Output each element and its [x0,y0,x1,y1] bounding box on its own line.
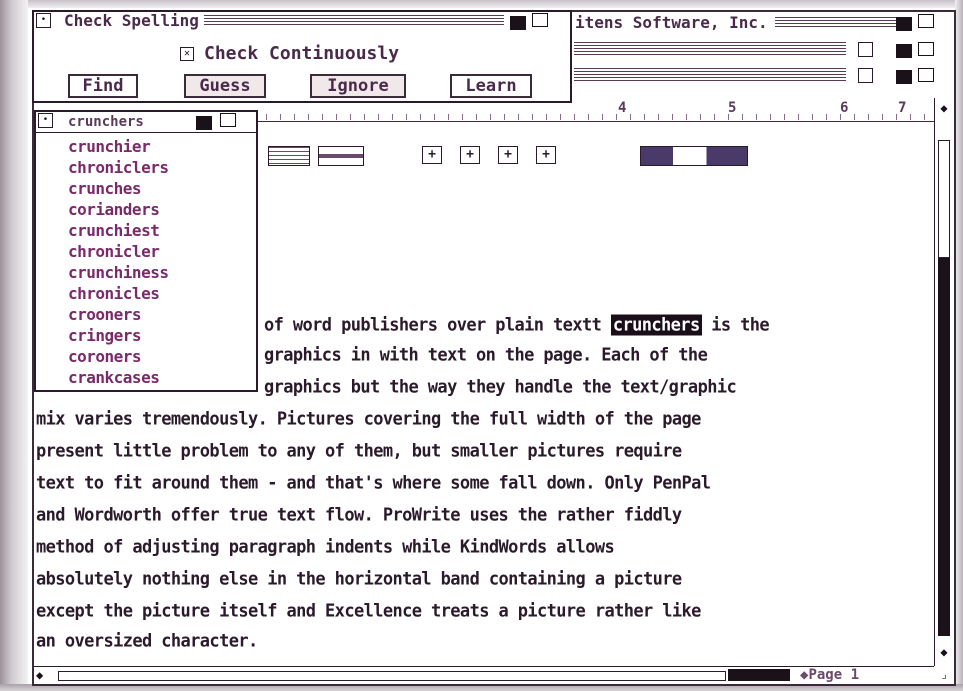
depth-front-icon[interactable] [918,14,934,28]
document-title-bar[interactable]: itens Software, Inc. [572,12,898,34]
ignore-button[interactable]: Ignore [310,74,406,98]
text-segment: is the [701,314,770,336]
line-spacing-button[interactable] [640,146,748,166]
horizontal-scroll-thumb[interactable] [728,669,790,681]
suggestions-window-title: crunchers [68,114,144,130]
tab-stop-decimal-button[interactable]: + [536,146,556,164]
suggestion-item[interactable]: cringers [68,325,142,346]
document-title: itens Software, Inc. [572,14,771,32]
ruler-number: 5 [728,100,737,116]
background-window-bar-1[interactable] [574,42,846,56]
suggestion-item[interactable]: crunchiest [68,220,160,241]
depth-back-icon[interactable] [510,16,526,30]
title-bar-stripes [774,17,898,29]
resize-icon[interactable]: ⌟ [936,667,952,683]
monitor-bezel-right [955,0,963,691]
align-justify-button[interactable] [268,146,310,166]
spelling-window-title: Check Spelling [56,12,202,30]
ruler-number: 4 [618,100,627,116]
page-label: Page 1 [808,667,860,683]
learn-button[interactable]: Learn [450,74,532,98]
tab-stop-left-button[interactable]: + [422,146,442,164]
ruler-number: 6 [840,100,849,116]
text-line: graphics in with text on the page. Each … [264,344,708,366]
guess-button[interactable]: Guess [184,74,266,98]
suggestion-item[interactable]: chronicler [68,241,160,262]
tab-stop-center-button[interactable]: + [460,146,480,164]
suggestion-item[interactable]: chroniclers [68,157,169,178]
monitor-bezel-left [0,0,28,691]
suggestion-item[interactable]: crunchier [68,136,151,157]
scroll-left-icon[interactable]: ◆ [36,667,50,683]
suggestion-item[interactable]: crankcases [68,367,160,388]
scroll-down-icon[interactable]: ◆ [936,644,952,660]
ruler-number: 7 [898,100,907,116]
text-line: except the picture itself and Excellence… [36,600,701,622]
vertical-scroll-thumb[interactable] [938,140,950,258]
text-line: mix varies tremendously. Pictures coveri… [36,408,701,430]
text-line: of word publishers over plain textt crun… [264,309,770,341]
vertical-scroll-track[interactable] [938,258,950,636]
misspelled-word-highlight[interactable]: crunchers [610,314,702,336]
check-continuously-checkbox[interactable]: ✕ [180,47,194,61]
suggestions-divider [36,132,256,133]
depth-back-icon[interactable] [896,44,912,58]
depth-front-icon[interactable] [532,13,548,27]
depth-front-icon[interactable] [918,42,934,56]
text-line: an oversized character. [36,630,258,652]
text-line: present little problem to any of them, b… [36,440,682,462]
background-window-bar-2[interactable] [574,68,846,82]
zoom-icon[interactable] [858,42,873,57]
depth-back-icon[interactable] [896,70,912,84]
check-continuously-label: Check Continuously [204,43,400,64]
spelling-title-bar[interactable]: Check Spelling [56,11,504,31]
depth-front-icon[interactable] [220,113,236,127]
close-icon[interactable]: • [38,113,53,128]
text-segment: of word publishers over plain textt [264,314,611,336]
suggestion-item[interactable]: crooners [68,304,142,325]
text-line: and Wordworth offer true text flow. ProW… [36,504,682,526]
suggestion-item[interactable]: crunches [68,178,142,199]
find-button[interactable]: Find [68,74,138,98]
tab-stop-right-button[interactable]: + [498,146,518,164]
text-line: absolutely nothing else in the horizonta… [36,568,682,590]
ruler[interactable]: 4 5 6 7 [252,100,936,122]
suggestion-item[interactable]: coroners [68,346,142,367]
checkbox-mark-icon: ✕ [183,48,191,59]
suggestions-title-bar[interactable]: crunchers [58,112,188,132]
suggestion-item[interactable]: chronicles [68,283,160,304]
zoom-icon[interactable] [858,68,873,83]
suggestion-item[interactable]: crunchiness [68,262,169,283]
close-icon[interactable]: • [36,13,51,28]
align-left-button[interactable] [318,146,364,166]
text-line: method of adjusting paragraph indents wh… [36,536,615,558]
text-line: graphics but the way they handle the tex… [264,376,737,398]
monitor-bezel-top [0,0,963,8]
scroll-up-icon[interactable]: ◆ [936,100,952,116]
title-bar-stripes [203,15,504,27]
depth-back-icon[interactable] [896,17,912,31]
depth-back-icon[interactable] [196,116,212,130]
horizontal-scroll-track[interactable] [58,671,726,681]
suggestion-item[interactable]: corianders [68,199,160,220]
page-indicator: ◆Page 1 [800,667,860,683]
text-line: text to fit around them - and that's whe… [36,472,711,494]
depth-front-icon[interactable] [918,68,934,82]
